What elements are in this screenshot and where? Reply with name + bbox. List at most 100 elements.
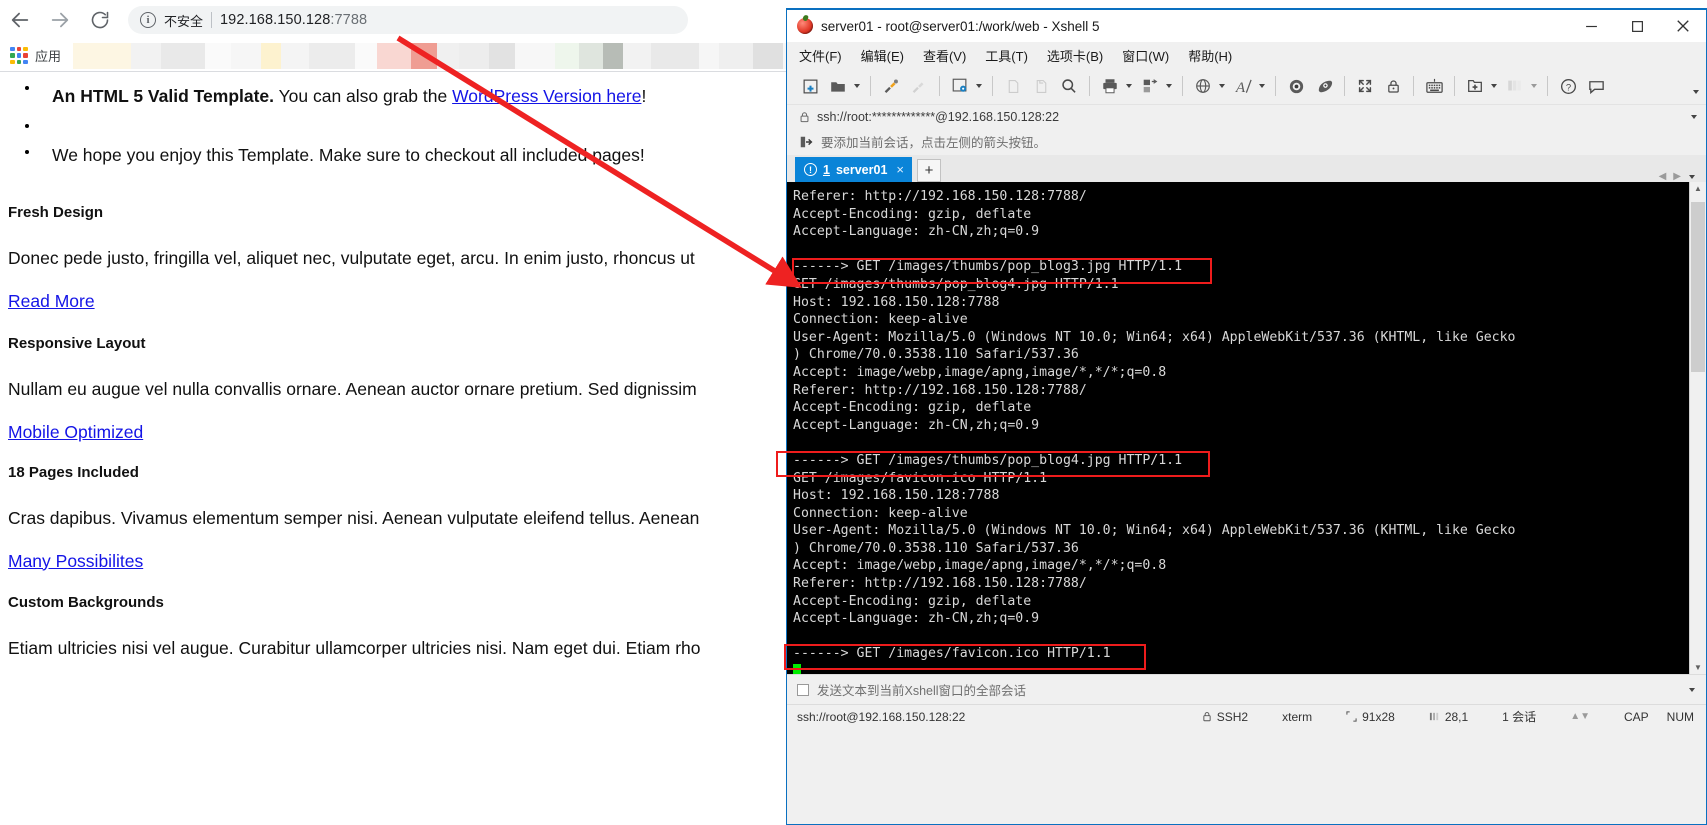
toolbar-overflow-caret[interactable]	[1693, 90, 1699, 94]
terminal-size-icon	[1346, 711, 1357, 722]
transfer-caret[interactable]	[1166, 84, 1172, 88]
scrollbar-thumb[interactable]	[1691, 202, 1705, 372]
scroll-up-icon[interactable]: ▲	[1694, 184, 1702, 193]
status-cap: CAP	[1623, 709, 1649, 724]
help-icon[interactable]: ?	[1555, 73, 1581, 99]
terminal-line: Accept-Language: zh-CN,zh;q=0.9	[793, 417, 1040, 433]
open-folder-dropdown-caret[interactable]	[854, 84, 860, 88]
connect-icon[interactable]	[878, 73, 904, 99]
fullscreen-icon[interactable]	[1352, 73, 1378, 99]
menu-help[interactable]: 帮助(H)	[1188, 46, 1232, 65]
status-protocol: SSH2	[1202, 710, 1248, 724]
send-to-all-checkbox[interactable]	[797, 683, 809, 696]
address-dropdown-caret[interactable]	[1691, 114, 1697, 119]
toolbar-divider	[939, 76, 940, 96]
add-session-icon[interactable]	[1462, 73, 1488, 99]
address-lock-icon	[800, 111, 809, 122]
disconnect-icon[interactable]	[906, 73, 932, 99]
send-bar-caret[interactable]	[1689, 687, 1695, 692]
terminal-line: Referer: http://192.168.150.128:7788/	[793, 576, 1087, 592]
wordpress-version-link[interactable]: WordPress Version here	[452, 86, 641, 106]
tab-scroll-controls: ◀ ▶	[1659, 171, 1706, 182]
xshell-app-icon	[797, 18, 813, 34]
globe-caret[interactable]	[1219, 84, 1225, 88]
status-num: NUM	[1666, 709, 1694, 724]
toolbar-divider	[1089, 76, 1090, 96]
menu-window[interactable]: 窗口(W)	[1122, 46, 1169, 65]
scroll-down-icon[interactable]: ▼	[1694, 663, 1702, 672]
print-icon[interactable]	[1097, 73, 1123, 99]
tab-server01[interactable]: ! 1 server01 ×	[795, 157, 912, 182]
address-value: ssh://root:*************@192.168.150.128…	[817, 109, 1060, 124]
tab-scroll-left-icon[interactable]: ◀	[1659, 171, 1667, 182]
add-session-caret[interactable]	[1491, 84, 1497, 88]
find-icon[interactable]	[1056, 73, 1082, 99]
layout-icon[interactable]	[1502, 73, 1528, 99]
font-icon[interactable]: A	[1230, 73, 1256, 99]
terminal-line: Accept-Encoding: gzip, deflate	[793, 400, 1032, 416]
terminal-line: Connection: keep-alive	[793, 505, 968, 521]
menu-edit[interactable]: 编辑(E)	[861, 46, 904, 65]
new-session-icon[interactable]	[797, 73, 823, 99]
menu-file[interactable]: 文件(F)	[799, 46, 842, 65]
toolbar-divider	[870, 76, 871, 96]
site-info-icon[interactable]: i	[140, 12, 156, 28]
hint-text: 要添加当前会话，点击左侧的箭头按钮。	[821, 136, 1047, 150]
window-controls	[1568, 10, 1706, 42]
apps-grid-icon[interactable]	[10, 46, 28, 65]
ftp-icon[interactable]	[1311, 73, 1337, 99]
session-properties-icon[interactable]	[947, 73, 973, 99]
tab-close-icon[interactable]: ×	[896, 162, 904, 177]
keyboard-icon[interactable]	[1421, 73, 1447, 99]
status-sessions: 1 会话	[1502, 710, 1537, 724]
window-title: server01 - root@server01:/work/web - Xsh…	[821, 18, 1100, 34]
reload-icon[interactable]	[80, 0, 120, 40]
maximize-button[interactable]	[1614, 10, 1660, 42]
menu-tools[interactable]: 工具(T)	[985, 46, 1028, 65]
globe-icon[interactable]	[1190, 73, 1216, 99]
forward-arrow-icon[interactable]	[40, 0, 80, 40]
terminal-line: ) Chrome/70.0.3538.110 Safari/537.36	[793, 347, 1079, 363]
cursor-pos-icon	[1429, 712, 1438, 721]
ssh-tunnel-icon[interactable]	[1283, 73, 1309, 99]
terminal-line: Host: 192.168.150.128:7788	[793, 294, 1000, 310]
section-link[interactable]: Read More	[8, 291, 95, 312]
session-tab-bar: ! 1 server01 × + ◀ ▶	[787, 155, 1706, 182]
terminal-line: User-Agent: Mozilla/5.0 (Windows NT 10.0…	[793, 329, 1516, 345]
print-caret[interactable]	[1126, 84, 1132, 88]
terminal-line: Referer: http://192.168.150.128:7788/	[793, 189, 1087, 204]
minimize-button[interactable]	[1568, 10, 1614, 42]
paste-icon[interactable]	[1028, 73, 1054, 99]
address-bar[interactable]: i 不安全 192.168.150.128:7788	[128, 6, 688, 34]
url-text: 192.168.150.128:7788	[220, 12, 368, 28]
status-cursor: 28,1	[1429, 710, 1468, 724]
transfer-icon[interactable]	[1137, 73, 1163, 99]
copy-icon[interactable]	[1000, 73, 1026, 99]
tab-list-caret[interactable]	[1689, 174, 1695, 179]
section-link[interactable]: Many Possibilites	[8, 551, 143, 572]
menu-view[interactable]: 查看(V)	[923, 46, 966, 65]
new-tab-button[interactable]: +	[917, 159, 941, 182]
layout-caret[interactable]	[1531, 84, 1537, 88]
apps-label[interactable]: 应用	[35, 46, 61, 65]
chat-icon[interactable]	[1583, 73, 1609, 99]
font-caret[interactable]	[1259, 84, 1265, 88]
session-properties-caret[interactable]	[976, 84, 982, 88]
terminal-line: Accept-Language: zh-CN,zh;q=0.9	[793, 611, 1040, 627]
terminal-line: Accept-Encoding: gzip, deflate	[793, 593, 1032, 609]
toolbar-divider	[1413, 76, 1414, 96]
xshell-title-bar: server01 - root@server01:/work/web - Xsh…	[787, 10, 1706, 42]
close-button[interactable]	[1660, 10, 1706, 42]
session-address-bar[interactable]: ssh://root:*************@192.168.150.128…	[787, 104, 1706, 128]
open-folder-icon[interactable]	[825, 73, 851, 99]
status-bar: ssh://root@192.168.150.128:22 SSH2 xterm…	[787, 704, 1706, 728]
back-arrow-icon[interactable]	[0, 0, 40, 40]
status-protocol-label: SSH2	[1216, 709, 1249, 724]
menu-tabs[interactable]: 选项卡(B)	[1047, 46, 1103, 65]
terminal-scrollbar[interactable]: ▲ ▼	[1689, 182, 1706, 674]
tab-label: server01	[835, 162, 888, 177]
section-link[interactable]: Mobile Optimized	[8, 422, 143, 443]
lock-icon[interactable]	[1380, 73, 1406, 99]
tab-scroll-right-icon[interactable]: ▶	[1673, 171, 1681, 182]
terminal-output[interactable]: Referer: http://192.168.150.128:7788/Acc…	[787, 182, 1689, 674]
